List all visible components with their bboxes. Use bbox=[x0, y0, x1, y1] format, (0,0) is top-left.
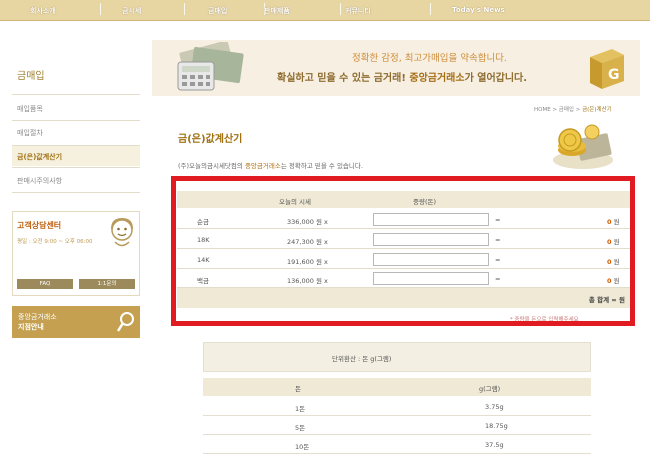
banner-line2-pre: 확실하고 믿을 수 있는 금거래! bbox=[277, 73, 410, 84]
branch-line1: 중앙금거래소 bbox=[18, 313, 57, 321]
breadcrumb-current: 금(은)계산기 bbox=[582, 107, 612, 113]
sidebar-divider bbox=[12, 120, 140, 121]
sidebar-divider bbox=[12, 192, 140, 193]
unit-conversion-caption-box: 단위환산 : 돈 g(그램) bbox=[203, 342, 591, 372]
unit-gram-value: 37.5g bbox=[485, 441, 504, 449]
desc-pre: (주)오늘의금시세닷컴의 bbox=[178, 162, 245, 170]
table-row: 5돈 18.75g bbox=[203, 417, 591, 435]
nav-community[interactable]: 커뮤니티 bbox=[345, 6, 371, 16]
page-title: 금(은)값계산기 bbox=[178, 134, 243, 145]
unit-table-header: 돈 g(그램) bbox=[203, 378, 591, 396]
unit-don-value: 1돈 bbox=[295, 405, 306, 413]
money-calculator-icon bbox=[177, 42, 244, 91]
top-nav: 회사소개 금시세 금매입 판매제품 커뮤니티 Today's News bbox=[0, 0, 650, 21]
magnifier-icon bbox=[116, 312, 134, 332]
nav-sep bbox=[184, 3, 185, 15]
sidebar-item-purchase-process[interactable]: 매입절차 bbox=[17, 128, 43, 138]
sidebar-title: 금매입 bbox=[17, 71, 45, 82]
sidebar-divider bbox=[12, 94, 140, 95]
nav-sep bbox=[430, 3, 431, 15]
breadcrumb-sep: > bbox=[575, 107, 581, 113]
sidebar-item-purchase-items[interactable]: 매입품목 bbox=[17, 104, 43, 114]
nav-products[interactable]: 판매제품 bbox=[264, 6, 290, 16]
cs-title: 고객상담센터 bbox=[17, 221, 62, 230]
nav-gold-buy[interactable]: 금매입 bbox=[208, 6, 227, 16]
breadcrumb-sep: > bbox=[552, 107, 558, 113]
nav-gold-price[interactable]: 금시세 bbox=[122, 6, 141, 16]
svg-text:G: G bbox=[608, 67, 620, 83]
table-row: 1돈 3.75g bbox=[203, 398, 591, 416]
banner-line2: 확실하고 믿을 수 있는 금거래! 중앙금거래소가 열어갑니다. bbox=[277, 69, 527, 84]
banner-line2-highlight: 중앙금거래소 bbox=[409, 73, 465, 84]
sidebar-item-sale-notice[interactable]: 판매시주의사항 bbox=[17, 176, 62, 186]
desc-post: 는 정확하고 믿을 수 있습니다. bbox=[280, 162, 363, 170]
breadcrumb: HOME > 금매입 > 금(은)계산기 bbox=[534, 105, 612, 113]
unit-col-don: 돈 bbox=[295, 385, 301, 393]
gold-coins-icon bbox=[553, 124, 613, 169]
page-description: (주)오늘의금시세닷컴의 중앙금거래소는 정확하고 믿을 수 있습니다. bbox=[178, 160, 363, 170]
breadcrumb-home[interactable]: HOME bbox=[534, 107, 551, 113]
banner-line2-post: 가 열어갑니다. bbox=[464, 73, 528, 84]
branch-line2: 지점안내 bbox=[18, 323, 44, 331]
unit-don-value: 5돈 bbox=[295, 424, 306, 432]
promo-banner: 정확한 감정, 최고가매입을 약속합니다. 확실하고 믿을 수 있는 금거래! … bbox=[152, 40, 640, 96]
operator-face-icon bbox=[111, 217, 133, 247]
cs-hours: 평일 : 오전 9:00 ~ 오후 06:00 bbox=[17, 239, 93, 245]
branch-info-banner[interactable]: 중앙금거래소 지점안내 bbox=[12, 306, 140, 338]
unit-conversion-caption: 단위환산 : 돈 g(그램) bbox=[332, 355, 392, 363]
table-row: 10돈 37.5g bbox=[203, 436, 591, 454]
unit-gram-value: 3.75g bbox=[485, 403, 504, 411]
sidebar-item-gold-calculator[interactable]: 금(은)값계산기 bbox=[17, 152, 62, 162]
breadcrumb-mid[interactable]: 금매입 bbox=[559, 107, 574, 113]
qna-button[interactable]: 1:1문의 bbox=[79, 279, 135, 289]
nav-todays-news[interactable]: Today's News bbox=[452, 6, 505, 14]
faq-button[interactable]: FAQ bbox=[17, 279, 73, 289]
unit-gram-value: 18.75g bbox=[485, 422, 508, 430]
desc-highlight: 중앙금거래소 bbox=[244, 162, 281, 170]
highlight-frame bbox=[171, 176, 635, 326]
sidebar-divider bbox=[12, 167, 140, 168]
unit-col-gram: g(그램) bbox=[479, 385, 501, 393]
nav-sep bbox=[100, 3, 101, 15]
nav-sep bbox=[340, 3, 341, 15]
nav-company[interactable]: 회사소개 bbox=[30, 6, 56, 16]
gold-bar-logo-icon: G bbox=[590, 49, 624, 89]
banner-line1: 정확한 감정, 최고가매입을 약속합니다. bbox=[352, 53, 507, 64]
customer-service-box: 고객상담센터 평일 : 오전 9:00 ~ 오후 06:00 FAQ 1:1문의 bbox=[12, 211, 140, 296]
page-root: 회사소개 금시세 금매입 판매제품 커뮤니티 Today's News 금매입 … bbox=[0, 0, 650, 461]
unit-don-value: 10돈 bbox=[295, 443, 310, 451]
